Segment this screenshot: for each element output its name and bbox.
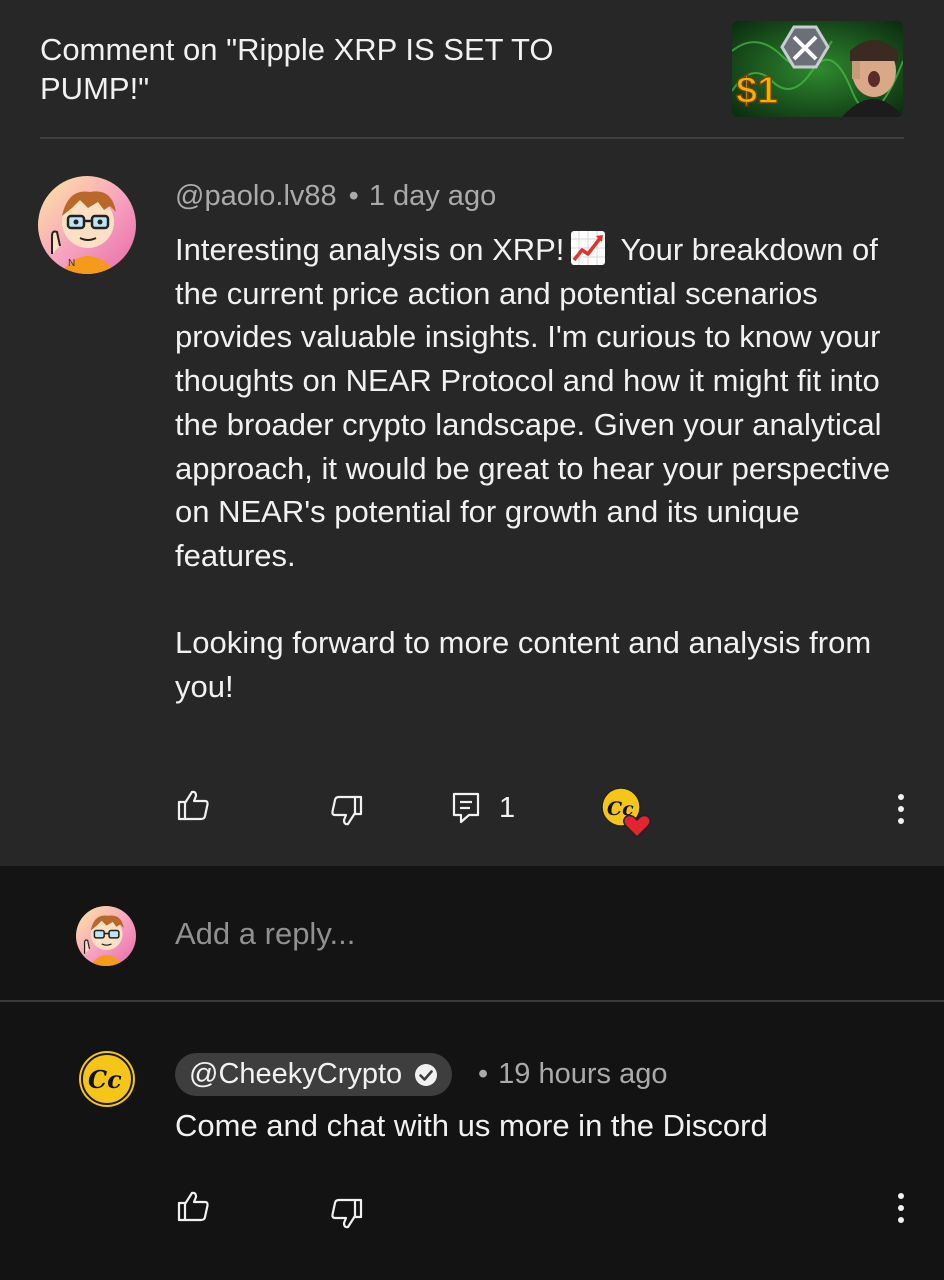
thumbs-up-icon (177, 790, 209, 821)
thumbs-down-icon (331, 1198, 363, 1229)
comment-actions: 1 Cc (0, 783, 944, 839)
comment-author[interactable]: @paolo.lv88 (175, 180, 337, 212)
avatar[interactable]: N (38, 176, 136, 274)
dislike-button[interactable] (330, 795, 364, 827)
thumbnail-price-text: $1 (736, 70, 778, 112)
like-button[interactable] (176, 789, 210, 821)
more-options-button[interactable] (896, 793, 906, 830)
meta-separator: • (348, 180, 359, 212)
reply-actions (0, 1186, 944, 1236)
video-thumbnail[interactable]: $1 (732, 21, 903, 117)
meta-separator: • (478, 1058, 489, 1090)
avatar-initials: Cc (88, 1065, 122, 1094)
dislike-button[interactable] (330, 1198, 364, 1230)
thumbs-up-icon (177, 1191, 209, 1222)
reply-input-area (0, 866, 944, 1002)
like-button[interactable] (176, 1190, 210, 1222)
creator-badge[interactable]: @CheekyCrypto (175, 1053, 453, 1096)
thumbs-down-icon (331, 795, 363, 826)
reply-avatar (76, 906, 136, 966)
comment-body: Interesting analysis on XRP! Your breakd… (175, 228, 905, 709)
divider (40, 137, 904, 139)
comment-body-intro: Interesting analysis on XRP! (175, 232, 565, 267)
comment-time[interactable]: 1 day ago (369, 180, 496, 212)
reply-author: @CheekyCrypto (189, 1058, 403, 1090)
page-title: Comment on "Ripple XRP IS SET TO PUMP!" (40, 32, 554, 106)
reply-input[interactable]: Add a reply... (175, 916, 355, 952)
channel-avatar[interactable]: Cc (78, 1050, 136, 1108)
comment-body-main: Your breakdown of the current price acti… (175, 232, 891, 573)
svg-text:N: N (68, 258, 75, 269)
cheekycrypto-logo-icon: Cc (79, 1051, 135, 1107)
more-options-button[interactable] (896, 1192, 906, 1229)
reply-meta: • 19 hours ago (478, 1058, 667, 1091)
thumbnail-image: $1 (732, 21, 903, 117)
comment-icon (452, 792, 480, 824)
reply-button[interactable]: 1 (451, 791, 515, 825)
kebab-menu-icon (898, 794, 904, 824)
reply-time[interactable]: 19 hours ago (498, 1058, 667, 1090)
chart-increasing-icon (570, 230, 606, 266)
creator-heart: Cc (601, 787, 653, 839)
creator-heart-icon: Cc (601, 787, 651, 839)
kebab-menu-icon (898, 1193, 904, 1223)
user-avatar-image (76, 906, 136, 966)
verified-check-icon (415, 1063, 438, 1086)
user-avatar-image: N (38, 176, 136, 274)
reply-body: Come and chat with us more in the Discor… (175, 1108, 768, 1143)
comment-body-closing: Looking forward to more content and anal… (175, 625, 872, 705)
reply-count: 1 (499, 791, 516, 824)
comment-meta: @paolo.lv88 • 1 day ago (175, 180, 496, 213)
